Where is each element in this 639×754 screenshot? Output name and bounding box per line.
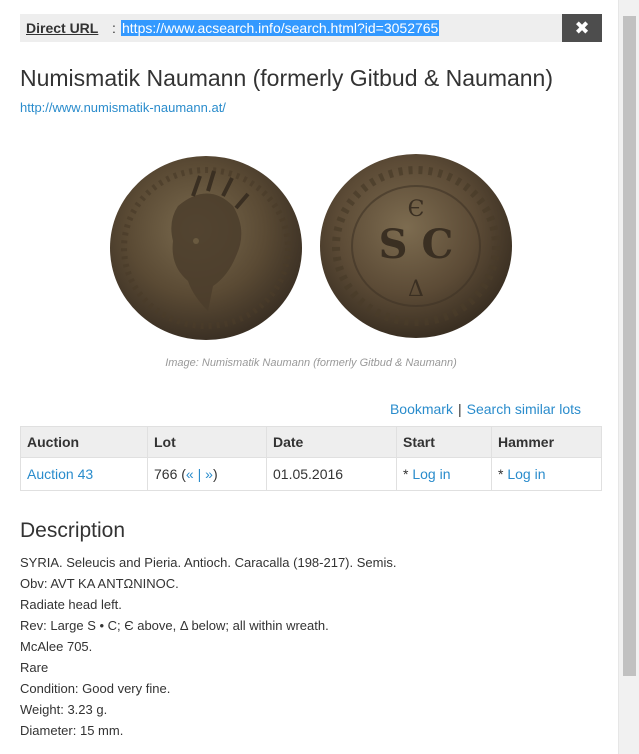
lot-link-separator: | xyxy=(193,466,206,482)
previous-lot-link[interactable]: « xyxy=(186,466,194,482)
lot-number: 766 ( xyxy=(154,466,186,482)
scrollbar-thumb[interactable] xyxy=(623,16,636,676)
description-line: Weight: 3.23 g. xyxy=(20,702,108,717)
next-lot-link[interactable]: » xyxy=(205,466,213,482)
description-heading: Description xyxy=(20,519,126,542)
table-header-start: Start xyxy=(396,426,492,458)
start-login-link[interactable]: Log in xyxy=(412,466,450,482)
coin-reverse-letters: S C xyxy=(379,221,454,268)
description-line: SYRIA. Seleucis and Pieria. Antioch. Car… xyxy=(20,555,397,570)
description-text: SYRIA. Seleucis and Pieria. Antioch. Car… xyxy=(20,552,396,741)
start-cell: * Log in xyxy=(396,457,492,491)
description-line: McAlee 705. xyxy=(20,639,93,654)
image-caption: Image: Numismatik Naumann (formerly Gitb… xyxy=(165,357,457,369)
lot-close-paren: ) xyxy=(212,466,218,482)
lot-detail-modal: Direct URL : https://www.acsearch.info/s… xyxy=(0,0,618,754)
svg-text:Δ: Δ xyxy=(408,277,424,302)
description-line: Diameter: 15 mm. xyxy=(20,723,124,738)
table-header-row: Auction Lot Date Start Hammer xyxy=(20,426,602,458)
direct-url-colon: : xyxy=(112,20,116,36)
auction-cell: Auction 43 xyxy=(20,457,148,491)
hammer-login-link[interactable]: Log in xyxy=(507,466,545,482)
table-header-hammer: Hammer xyxy=(491,426,602,458)
table-header-date: Date xyxy=(266,426,397,458)
direct-url-bar: Direct URL : https://www.acsearch.info/s… xyxy=(20,14,602,42)
actions-separator: | xyxy=(457,401,462,417)
search-similar-lots-link[interactable]: Search similar lots xyxy=(467,401,581,417)
auction-house-website-link[interactable]: http://www.numismatik-naumann.at/ xyxy=(20,100,226,115)
description-line: Radiate head left. xyxy=(20,597,122,612)
direct-url-value[interactable]: https://www.acsearch.info/search.html?id… xyxy=(121,20,440,36)
table-header-lot: Lot xyxy=(147,426,267,458)
description-line: Obv: AVT KA ANTΩNINOC. xyxy=(20,576,179,591)
table-row: Auction 43 766 (« | ») 01.05.2016 * Log … xyxy=(20,457,602,491)
auction-link[interactable]: Auction 43 xyxy=(27,466,93,482)
close-icon: ✖ xyxy=(574,18,590,38)
close-button[interactable]: ✖ xyxy=(562,14,602,42)
table-header-auction: Auction xyxy=(20,426,148,458)
hammer-prefix: * xyxy=(498,466,508,482)
hammer-cell: * Log in xyxy=(491,457,602,491)
svg-text:Є: Є xyxy=(408,197,425,222)
description-line: Rare xyxy=(20,660,49,675)
coin-image[interactable]: S C Є Δ xyxy=(108,146,514,346)
lot-actions: Bookmark | Search similar lots xyxy=(390,401,581,417)
direct-url-label: Direct URL xyxy=(26,20,99,36)
coin-reverse: S C Є Δ xyxy=(320,154,512,338)
description-line: Rev: Large S • C; Є above, Δ below; all … xyxy=(20,618,329,633)
lot-table: Auction Lot Date Start Hammer Auction 43… xyxy=(20,426,602,491)
description-line: Condition: Good very fine. xyxy=(20,681,171,696)
coin-obverse xyxy=(110,156,302,340)
date-cell: 01.05.2016 xyxy=(266,457,397,491)
modal-scrollbar[interactable] xyxy=(618,0,639,754)
lot-cell: 766 (« | ») xyxy=(147,457,267,491)
bookmark-link[interactable]: Bookmark xyxy=(390,401,453,417)
auction-house-title: Numismatik Naumann (formerly Gitbud & Na… xyxy=(20,65,554,91)
start-prefix: * xyxy=(403,466,413,482)
